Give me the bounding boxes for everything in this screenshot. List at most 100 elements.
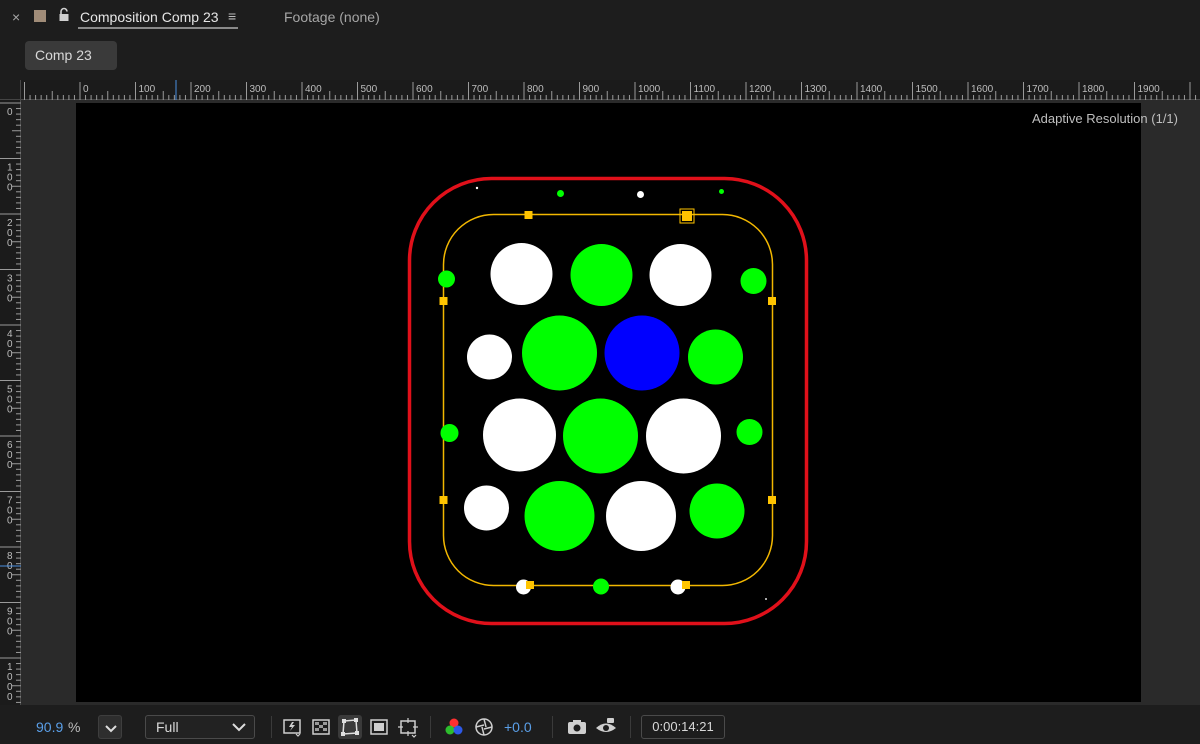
ruler-label: 1300 [805, 84, 828, 95]
ruler-label: 0 [7, 460, 13, 471]
ruler-label: 0 [7, 349, 13, 360]
tab-composition[interactable]: Composition Comp 23 [80, 9, 219, 25]
small-green-dot [593, 578, 609, 595]
ruler-label: 1500 [916, 84, 939, 95]
layer-artwork[interactable] [76, 103, 1141, 702]
mask-vertex-handle [524, 211, 533, 219]
ruler-label: 900 [583, 84, 600, 95]
ruler-label: 0 [7, 107, 13, 118]
circle-green [689, 483, 745, 539]
circle-green-side [740, 268, 767, 294]
ruler-label: 800 [527, 84, 544, 95]
ruler-label: 1800 [1082, 84, 1105, 95]
composition-canvas[interactable] [76, 103, 1141, 702]
lock-icon[interactable] [58, 7, 70, 23]
circle-green [524, 481, 595, 551]
mask-vertex-handle [526, 581, 534, 589]
small-green-dot [557, 190, 564, 197]
panel-tab-bar: × Composition Comp 23 ≡ Footage (none) [0, 0, 1200, 34]
ruler-label: 1400 [860, 84, 883, 95]
ruler-label: 0 [7, 238, 13, 249]
toolbar-divider [552, 716, 553, 738]
color-channels-icon[interactable] [442, 715, 466, 739]
mask-vertex-handle [768, 297, 776, 305]
chevron-down-icon [232, 723, 246, 732]
ruler-label: 1900 [1138, 84, 1161, 95]
ruler-label: 1100 [694, 84, 716, 95]
circle-green [570, 244, 633, 306]
ruler-label: 500 [361, 84, 378, 95]
ruler-label: 0 [7, 692, 13, 703]
adaptive-resolution-label: Adaptive Resolution (1/1) [1032, 111, 1178, 126]
tab-footage[interactable]: Footage (none) [284, 9, 380, 25]
close-tab-icon[interactable]: × [12, 9, 20, 25]
ruler-label: 300 [250, 84, 267, 95]
label-color-swatch[interactable] [34, 10, 46, 22]
ruler-label: 0 [7, 516, 13, 527]
mask-vertex-handle [439, 297, 448, 305]
circle-white [606, 481, 676, 551]
circle-blue [604, 315, 680, 391]
small-green-dot [719, 189, 724, 194]
grid-guides-icon[interactable] [396, 715, 420, 739]
small-white-dot [637, 191, 644, 198]
transparency-grid-icon[interactable] [309, 715, 333, 739]
resolution-value: Full [156, 719, 179, 735]
resolution-dropdown[interactable]: Full [145, 715, 255, 739]
active-tab-indicator [78, 27, 238, 29]
mask-vertex-handle [768, 496, 776, 504]
ruler-label: 1700 [1027, 84, 1050, 95]
comp-navigator-chip[interactable]: Comp 23 [25, 41, 117, 70]
region-of-interest-icon[interactable] [367, 715, 391, 739]
horizontal-ruler[interactable]: 0 100 200 300 400 500 600 700 800 900 1000 1100 1200… [21, 80, 1200, 100]
circle-green [522, 315, 597, 391]
ruler-label: 1600 [971, 84, 994, 95]
fast-previews-icon[interactable] [280, 715, 304, 739]
ruler-label: 0 [7, 571, 13, 582]
ruler-label: 0 [7, 405, 13, 416]
circle-white [483, 398, 556, 472]
vertical-ruler-ticks: 01002003004005006007008009001000 [0, 102, 21, 703]
ruler-label: 100 [139, 84, 156, 95]
tiny-dot [475, 186, 479, 190]
exposure-value[interactable]: +0.0 [504, 719, 532, 735]
magnification-unit: % [68, 719, 81, 735]
ruler-label: 1000 [638, 84, 661, 95]
snapshot-icon[interactable] [565, 715, 589, 739]
ruler-label: 700 [472, 84, 489, 95]
mask-vertex-handle [682, 581, 690, 589]
composition-panel: × Composition Comp 23 ≡ Footage (none) C… [0, 0, 1200, 744]
mask-visibility-icon[interactable] [338, 715, 362, 739]
circle-green-side [438, 270, 455, 288]
current-time-display[interactable]: 0:00:14:21 [641, 715, 725, 739]
chevron-down-icon [105, 725, 117, 733]
mask-vertex-handle [439, 496, 448, 504]
ruler-label: 200 [194, 84, 211, 95]
ruler-label: 400 [305, 84, 322, 95]
magnification-value[interactable]: 90.9 [36, 719, 63, 735]
ruler-label: 0 [7, 183, 13, 194]
tiny-dot [765, 598, 767, 600]
ruler-origin[interactable] [0, 80, 21, 100]
ruler-label: 600 [416, 84, 433, 95]
toolbar-divider [630, 716, 631, 738]
magnification-dropdown[interactable] [98, 715, 122, 739]
toolbar-divider [271, 716, 272, 738]
vertical-ruler[interactable]: 01002003004005006007008009001000 [0, 100, 21, 705]
circle-green-side [736, 419, 763, 445]
color-management-icon[interactable] [472, 715, 496, 739]
circle-white [649, 244, 712, 306]
ruler-label: 0 [7, 294, 13, 305]
horizontal-ruler-ticks: 0 100 200 300 400 500 600 700 800 900 1000 1100 1200… [24, 80, 1197, 100]
panel-menu-icon[interactable]: ≡ [228, 8, 236, 24]
circle-white [464, 485, 509, 531]
circle-white [646, 398, 721, 474]
ruler-label: 0 [83, 84, 89, 95]
circle-white [467, 334, 512, 380]
show-snapshot-icon[interactable] [594, 715, 618, 739]
circle-green [688, 329, 743, 385]
ruler-label: 1200 [749, 84, 772, 95]
toolbar-divider [430, 716, 431, 738]
circle-green-side [440, 424, 459, 442]
mask-vertex-handle [682, 211, 692, 221]
